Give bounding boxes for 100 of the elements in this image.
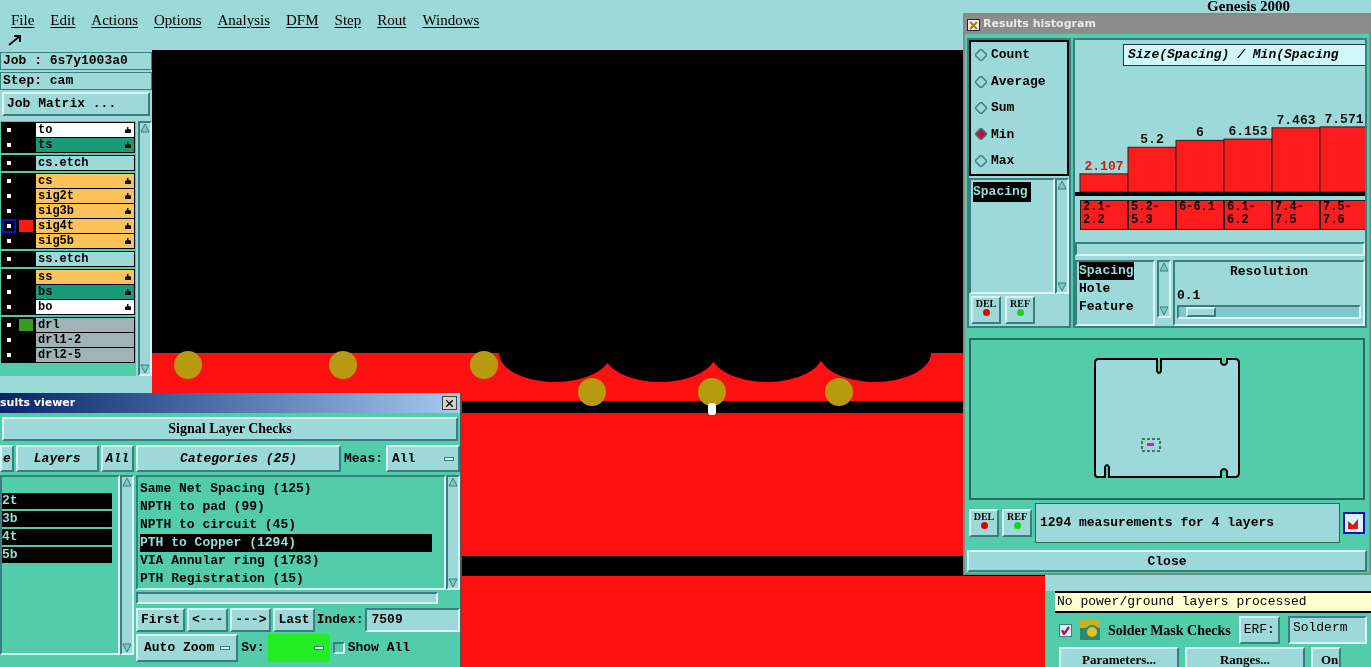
category-item[interactable]: PTH Registration (15)	[140, 570, 432, 588]
menu-item[interactable]: Edit	[50, 8, 76, 32]
category-item[interactable]: NPTH to pad (99)	[140, 498, 432, 516]
layer-item[interactable]: bs	[36, 285, 134, 299]
layer-filter-button[interactable]: Layers	[15, 445, 99, 472]
type-item[interactable]: Spacing	[1079, 262, 1134, 280]
arrow-down-icon[interactable]	[1159, 306, 1169, 316]
radio-button[interactable]	[975, 49, 987, 62]
measure-item[interactable]: Spacing	[973, 182, 1031, 202]
layer-item[interactable]: drl2-5	[36, 348, 134, 362]
layer-item[interactable]: cs.etch	[36, 156, 134, 170]
type-item[interactable]: Hole	[1079, 280, 1111, 298]
layer-name: ss.etch	[38, 252, 89, 266]
navigation-button[interactable]: First	[136, 607, 185, 632]
layer-item[interactable]: drl1-2	[36, 333, 134, 347]
layer-item[interactable]: drl	[36, 318, 134, 332]
close-icon	[444, 397, 455, 409]
layer-checkbox[interactable]	[2, 219, 16, 233]
arrow-down-icon[interactable]	[1057, 282, 1067, 292]
layer-item[interactable]: sig2t	[36, 189, 134, 203]
menu-item[interactable]: Actions	[91, 8, 138, 32]
scrollbar[interactable]	[1055, 178, 1069, 294]
category-item[interactable]: PTH to Copper (1294)	[140, 534, 432, 552]
index-field[interactable]: 7509	[365, 607, 460, 632]
layer-item[interactable]: to	[36, 123, 134, 137]
severity-color-dropdown[interactable]	[267, 634, 330, 662]
histogram-bar	[1271, 127, 1321, 193]
navigation-button[interactable]: Last	[273, 607, 315, 632]
reference-button[interactable]: REF	[1005, 296, 1035, 324]
layer-item[interactable]: bo	[36, 300, 134, 314]
arrow-up-icon[interactable]	[448, 477, 458, 487]
category-item[interactable]: VIA Annular ring (1783)	[140, 552, 432, 570]
arrow-up-icon[interactable]	[1159, 262, 1169, 272]
menu-item[interactable]: Rout	[377, 8, 407, 32]
radio-button[interactable]	[975, 154, 987, 167]
category-item[interactable]: NPTH to circuit (45)	[140, 516, 432, 534]
menu-item[interactable]: DFM	[286, 8, 319, 32]
close-button[interactable]: Close	[967, 550, 1367, 572]
horizontal-scrollbar[interactable]	[136, 592, 438, 604]
check-action-button[interactable]: Ranges...	[1185, 647, 1305, 667]
arrow-down-icon[interactable]	[140, 364, 150, 374]
arrow-down-icon[interactable]	[448, 578, 458, 588]
scrollbar[interactable]	[1157, 260, 1171, 318]
checkbox[interactable]	[1059, 623, 1072, 637]
layer-list-item[interactable]: 3b	[2, 511, 112, 527]
navigation-button[interactable]: <---	[187, 607, 229, 632]
scrollbar[interactable]	[120, 475, 134, 655]
resolution-slider[interactable]	[1177, 305, 1361, 319]
scrollbar[interactable]	[446, 475, 460, 590]
check-action-button[interactable]: Parameters...	[1059, 647, 1179, 667]
arrow-up-icon[interactable]	[122, 477, 132, 487]
delete-button[interactable]: DEL	[969, 509, 999, 537]
type-item[interactable]: Feature	[1079, 298, 1134, 316]
bar-value-label: 6	[1196, 125, 1204, 141]
layer-item[interactable]: sig4t	[36, 219, 134, 233]
navigation-button[interactable]: --->	[230, 607, 272, 632]
slider-thumb[interactable]	[1186, 307, 1217, 317]
menu-item[interactable]: Options	[154, 8, 202, 32]
horizontal-scrollbar[interactable]	[1075, 242, 1365, 256]
check-action-button[interactable]: On	[1311, 647, 1341, 667]
arrow-up-icon[interactable]	[140, 123, 150, 133]
layer-item[interactable]: cs	[36, 174, 134, 188]
layer-item[interactable]: ss.etch	[36, 252, 134, 266]
radio-button[interactable]	[975, 101, 987, 114]
menu-item[interactable]: Step	[334, 8, 362, 32]
close-button[interactable]	[442, 396, 457, 410]
layer-list-item[interactable]: 2t	[2, 493, 112, 509]
radio-button[interactable]	[975, 128, 987, 141]
checks-heading: Signal Layer Checks	[2, 417, 458, 441]
erf-field[interactable]: Solderm	[1287, 616, 1367, 644]
show-all-checkbox[interactable]	[332, 642, 345, 654]
arrow-up-icon[interactable]	[1057, 180, 1067, 190]
zoom-dropdown[interactable]: Auto Zoom	[136, 634, 239, 662]
categories-button[interactable]: Categories (25)	[136, 445, 341, 472]
layer-item[interactable]: sig3b	[36, 204, 134, 218]
menu-item[interactable]: Windows	[422, 8, 480, 32]
reference-button[interactable]: REF	[1002, 509, 1032, 537]
layer-item[interactable]: ss	[36, 270, 134, 284]
delete-button[interactable]: DEL	[971, 296, 1001, 324]
bin-label: 6.1-6.2	[1224, 200, 1272, 230]
layer-list-item[interactable]: 5b	[2, 547, 112, 563]
layer-list-item[interactable]: 4t	[2, 529, 112, 545]
menu-item[interactable]: File	[11, 8, 35, 32]
erf-button[interactable]: ERF:	[1238, 616, 1280, 644]
category-item[interactable]: Same Net Spacing (125)	[140, 480, 432, 498]
layer-item[interactable]: sig5b	[36, 234, 134, 248]
layer-filter-button[interactable]: All	[100, 445, 134, 472]
meas-dropdown[interactable]: All	[386, 445, 460, 472]
histogram-bar	[1319, 126, 1365, 193]
arrow-down-icon[interactable]	[122, 643, 132, 653]
job-matrix-button[interactable]: Job Matrix ...	[2, 92, 150, 116]
layer-filter-button[interactable]: e	[0, 445, 14, 472]
scrollbar[interactable]	[138, 121, 152, 376]
menu-item[interactable]: Analysis	[217, 8, 271, 32]
window-title: Results histogram	[983, 16, 1096, 33]
layer-name: sig4t	[38, 219, 74, 233]
radio-button[interactable]	[975, 75, 987, 88]
dropdown-icon	[313, 646, 324, 650]
dropdown-icon	[444, 456, 454, 461]
layer-item[interactable]: ts	[36, 138, 134, 152]
